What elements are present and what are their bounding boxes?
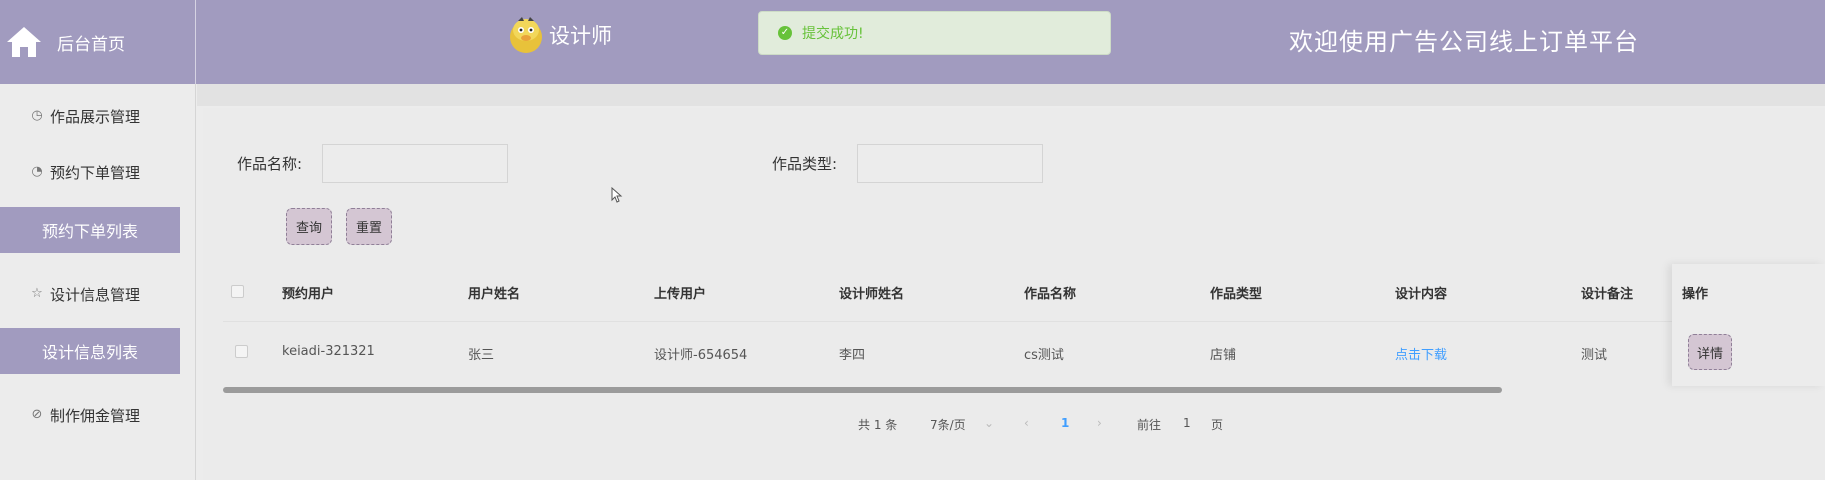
- col-designer-name: 设计师姓名: [839, 287, 905, 302]
- col-booking-user: 预约用户: [282, 287, 335, 302]
- goto-prefix: 前往: [1137, 418, 1162, 432]
- cursor-icon: [611, 187, 623, 203]
- check-circle-icon: ✓: [778, 26, 792, 40]
- sidebar-item-commission[interactable]: ⊘ 制作佣金管理: [0, 392, 196, 438]
- user-info: 设计师: [509, 16, 612, 54]
- avatar: [510, 17, 542, 53]
- goto-page-input[interactable]: 1: [1183, 416, 1191, 430]
- page-size-select[interactable]: 7条/页: [930, 416, 966, 433]
- clock-icon: ◷: [31, 108, 43, 123]
- reset-button[interactable]: 重置: [346, 208, 392, 245]
- name-input[interactable]: [322, 144, 508, 183]
- col-action: 操作: [1682, 287, 1709, 302]
- success-toast: ✓ 提交成功!: [758, 11, 1111, 55]
- pie-icon: ◔: [31, 164, 43, 179]
- prev-page-icon[interactable]: ‹: [1024, 416, 1029, 430]
- cell-upload-user: 设计师-654654: [654, 348, 748, 363]
- cell-design-note: 测试: [1581, 348, 1608, 363]
- sidebar-item-booking[interactable]: ◔ 预约下单管理: [0, 149, 196, 195]
- query-button[interactable]: 查询: [286, 208, 332, 245]
- home-icon: [7, 27, 41, 57]
- col-design-content: 设计内容: [1395, 287, 1448, 302]
- col-upload-user: 上传用户: [654, 287, 707, 302]
- welcome-title: 欢迎使用广告公司线上订单平台: [1289, 28, 1639, 56]
- name-label: 作品名称:: [237, 155, 303, 173]
- sidebar-item-design-list[interactable]: 设计信息列表: [0, 328, 180, 374]
- toast-message: 提交成功!: [802, 26, 864, 42]
- cell-work-type: 店铺: [1210, 348, 1237, 363]
- sidebar-item-design[interactable]: ☆ 设计信息管理: [0, 271, 196, 317]
- col-work-name: 作品名称: [1024, 287, 1077, 302]
- sidebar-item-works[interactable]: ◷ 作品展示管理: [0, 93, 196, 139]
- detail-button[interactable]: 详情: [1688, 334, 1732, 370]
- type-label: 作品类型:: [772, 155, 838, 173]
- type-input[interactable]: [857, 144, 1043, 183]
- scrollbar-thumb[interactable]: [223, 387, 1502, 393]
- col-work-type: 作品类型: [1210, 287, 1263, 302]
- col-design-note: 设计备注: [1581, 287, 1634, 302]
- row-checkbox[interactable]: [235, 345, 248, 358]
- sidebar-item-label: 制作佣金管理: [50, 406, 141, 425]
- cell-work-name: cs测试: [1024, 348, 1064, 363]
- download-link[interactable]: 点击下载: [1395, 344, 1447, 363]
- sidebar-item-label: 预约下单管理: [50, 163, 141, 182]
- sidebar-item-label: 作品展示管理: [50, 107, 141, 126]
- sidebar-item-booking-list[interactable]: 预约下单列表: [0, 207, 180, 253]
- sidebar: ◷ 作品展示管理 ◔ 预约下单管理 预约下单列表 ☆ 设计信息管理 设计信息列表…: [0, 84, 196, 480]
- content-top-bar: [197, 84, 1825, 106]
- cell-designer-name: 李四: [839, 348, 866, 363]
- goto-suffix: 页: [1211, 418, 1224, 432]
- next-page-icon[interactable]: ›: [1097, 416, 1102, 430]
- total-count: 共 1 条: [858, 418, 898, 432]
- chevron-down-icon[interactable]: ⌄: [984, 416, 994, 430]
- header-divider: [223, 321, 1678, 322]
- cell-user-name: 张三: [468, 348, 495, 363]
- col-user-name: 用户姓名: [468, 287, 521, 302]
- home-link[interactable]: 后台首页: [0, 0, 196, 84]
- compass-icon: ⊘: [31, 407, 43, 422]
- star-icon: ☆: [31, 286, 43, 301]
- cell-booking-user: keiadi-321321: [282, 344, 375, 359]
- home-label: 后台首页: [57, 34, 125, 55]
- role-label: 设计师: [549, 24, 612, 48]
- select-all-checkbox[interactable]: [231, 285, 244, 298]
- sidebar-item-label: 设计信息管理: [50, 285, 141, 304]
- current-page[interactable]: 1: [1061, 416, 1069, 430]
